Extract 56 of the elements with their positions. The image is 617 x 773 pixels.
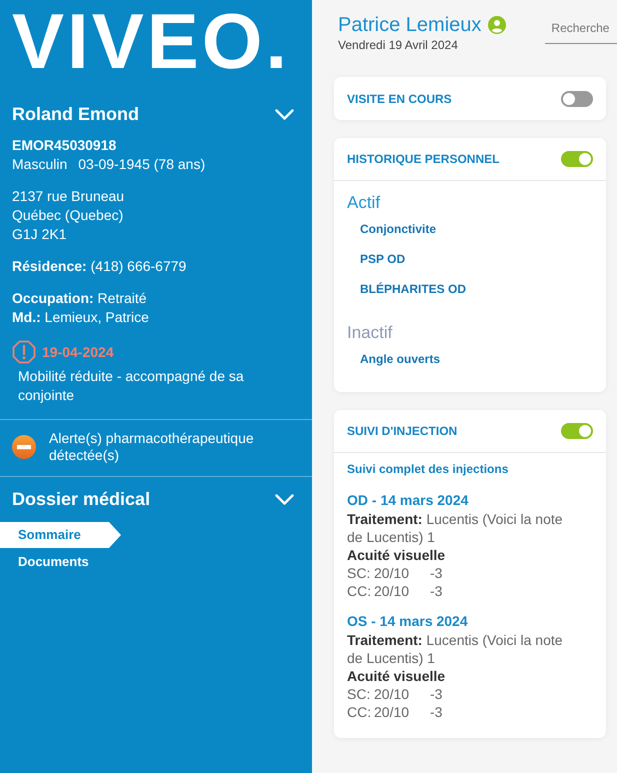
injection-title: OS - 14 mars 2024 (347, 612, 469, 631)
acuity-value: 20/10 (374, 564, 410, 582)
acuity-label: Acuité visuelle (347, 667, 446, 685)
toggle-switch[interactable] (561, 151, 593, 167)
acuity-delta: -3 (430, 564, 444, 582)
acuity-delta: -3 (430, 703, 444, 721)
group-heading: Inactif (347, 322, 394, 344)
note-text: Mobilité réduite - accompagné de sa conjointe (18, 367, 245, 405)
toggle-switch[interactable] (561, 423, 593, 439)
acuity-type: SC: (347, 685, 372, 703)
address-line: G1J 2K1 (12, 225, 66, 244)
date-text: Vendredi 19 Avril 2024 (337, 38, 459, 52)
acuity-delta: -3 (430, 685, 444, 703)
nav-item[interactable]: Sommaire (0, 522, 121, 548)
history-item: Conjonctivite (359, 221, 438, 238)
patient-name: Roland Emond (12, 103, 139, 126)
no-entry-icon (12, 435, 36, 459)
info-line: Md.: Lemieux, Patrice (12, 308, 149, 327)
acuity-type: SC: (347, 564, 372, 582)
sex-text: Masculin (12, 155, 68, 174)
card-title: HISTORIQUE PERSONNEL (347, 152, 500, 166)
address-line: 2137 rue Bruneau (12, 187, 124, 206)
search-field[interactable]: Recherche (545, 13, 617, 44)
birth-date: 03-09-1945 (78 ans) (78, 155, 206, 174)
history-item: Angle ouverts (359, 351, 442, 368)
treatment-text: Traitement: Lucentis (Voici la note de Lucentis) 1 (347, 631, 564, 667)
acuity-delta: -3 (430, 582, 444, 600)
phone-line: Résidence: (418) 666-6779 (12, 257, 186, 276)
card-title: VISITE EN COURS (347, 92, 452, 106)
alert-text: Alerte(s) pharmacothérapeutique détectée(s) (49, 430, 255, 464)
treatment-text: Traitement: Lucentis (Voici la note de Lucentis) 1 (347, 510, 564, 546)
acuity-value: 20/10 (374, 703, 410, 721)
user-avatar-icon[interactable] (488, 16, 506, 34)
chevron-down-icon[interactable] (275, 494, 294, 504)
note-date: 19-04-2024 (42, 344, 114, 360)
address-line: Québec (Quebec) (12, 206, 124, 225)
acuity-label: Acuité visuelle (347, 546, 446, 564)
info-line: Occupation: Retraité (12, 289, 147, 308)
section-title: Dossier médical (12, 488, 150, 511)
logo: VIVEO. (12, 2, 290, 80)
acuity-value: 20/10 (374, 582, 410, 600)
acuity-value: 20/10 (374, 685, 410, 703)
user-name: Patrice Lemieux (338, 13, 482, 37)
acuity-type: CC: (347, 703, 372, 721)
warning-octagon-icon (12, 340, 36, 364)
group-heading: Actif (347, 192, 382, 214)
nav-item[interactable]: Documents (0, 549, 121, 575)
acuity-type: CC: (347, 582, 372, 600)
chevron-down-icon[interactable] (275, 108, 294, 120)
toggle-switch[interactable] (561, 90, 593, 106)
card-title: SUIVI D'INJECTION (347, 424, 458, 438)
history-item: PSP OD (359, 251, 406, 268)
history-item: BLÉPHARITES OD (359, 281, 468, 298)
injection-title: OD - 14 mars 2024 (347, 491, 470, 510)
file-number: EMOR45030918 (12, 136, 116, 155)
injections-link[interactable]: Suivi complet des injections (347, 460, 508, 478)
